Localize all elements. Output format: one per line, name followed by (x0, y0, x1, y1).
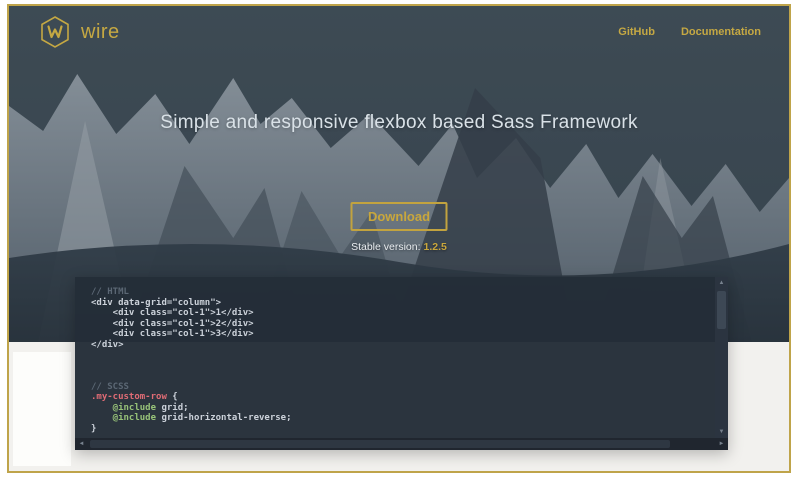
scss-include-keyword: @include (91, 413, 156, 423)
version-label: Stable version: (351, 241, 420, 253)
code-line: <div class="col-1">3</div> (91, 329, 254, 339)
code-sample: // HTML <div data-grid="column"> <div cl… (75, 277, 728, 444)
code-sample-block: // HTML <div data-grid="column"> <div cl… (75, 277, 728, 450)
site-header: wire GitHub Documentation (9, 6, 789, 58)
nav-documentation[interactable]: Documentation (681, 26, 761, 38)
code-line: </div> (91, 340, 124, 350)
wire-hexagon-icon (39, 15, 71, 49)
code-line: <div class="col-1">2</div> (91, 319, 254, 329)
scroll-left-icon[interactable]: ◄ (75, 438, 88, 450)
white-panel (13, 352, 71, 466)
version-number: 1.2.5 (424, 241, 447, 253)
main-nav: GitHub Documentation (618, 26, 761, 38)
code-line: } (91, 424, 96, 434)
code-line: .my-custom-row { (91, 392, 178, 402)
scroll-up-icon[interactable]: ▲ (715, 277, 728, 289)
brand-name: wire (81, 21, 120, 44)
code-comment-html: // HTML (91, 287, 129, 297)
code-line: <div class="col-1">1</div> (91, 308, 254, 318)
vertical-scrollbar[interactable]: ▲ ▼ (715, 277, 728, 438)
scroll-right-icon[interactable]: ► (715, 438, 728, 450)
scroll-down-icon[interactable]: ▼ (715, 426, 728, 438)
code-line: @include grid; (91, 403, 189, 413)
scss-selector: .my-custom-row (91, 392, 167, 402)
scss-include-arg: grid; (156, 403, 189, 413)
horizontal-scrollbar[interactable]: ◄ ► (75, 438, 728, 450)
code-line: @include grid-horizontal-reverse; (91, 413, 292, 423)
vertical-scrollbar-thumb[interactable] (717, 291, 726, 329)
horizontal-scrollbar-thumb[interactable] (90, 440, 670, 448)
download-button[interactable]: Download (351, 202, 448, 231)
brand-logo[interactable]: wire (39, 15, 120, 49)
nav-github[interactable]: GitHub (618, 26, 655, 38)
version-line: Stable version: 1.2.5 (9, 241, 789, 253)
screenshot-canvas: wire GitHub Documentation Simple and res… (0, 0, 800, 480)
scss-include-arg: grid-horizontal-reverse; (156, 413, 291, 423)
page-frame: wire GitHub Documentation Simple and res… (7, 4, 791, 473)
code-line: <div data-grid="column"> (91, 298, 221, 308)
scss-include-keyword: @include (91, 403, 156, 413)
hero-headline: Simple and responsive flexbox based Sass… (9, 112, 789, 134)
scss-open-brace: { (167, 392, 178, 402)
code-comment-scss: // SCSS (91, 382, 129, 392)
